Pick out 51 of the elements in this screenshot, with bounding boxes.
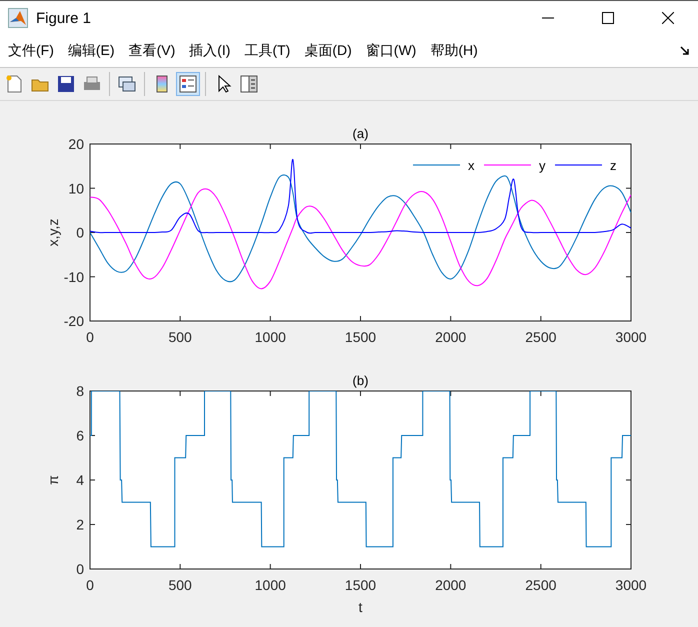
menu-item[interactable]: 编辑(E) bbox=[66, 42, 122, 60]
chart-title: (b) bbox=[352, 373, 368, 388]
dock-arrow-icon[interactable] bbox=[680, 46, 690, 56]
tick-label: 1500 bbox=[344, 577, 376, 593]
tick-label: 2 bbox=[76, 516, 84, 532]
menu-item[interactable]: 桌面(D) bbox=[303, 42, 359, 60]
save-icon bbox=[56, 74, 76, 94]
menu-item[interactable]: 窗口(W) bbox=[364, 42, 424, 60]
tick-label: 3000 bbox=[615, 329, 647, 345]
property-pane-icon bbox=[239, 74, 259, 94]
axis-label: t bbox=[358, 599, 362, 615]
close-icon bbox=[662, 12, 674, 24]
tick-label: 2500 bbox=[525, 577, 556, 593]
menu-item[interactable]: 文件(F) bbox=[7, 42, 61, 60]
axis-label: x,y,z bbox=[45, 218, 61, 246]
window-title: Figure 1 bbox=[36, 10, 92, 26]
axis-label: π bbox=[45, 475, 61, 485]
legend-label: z bbox=[610, 158, 616, 173]
tick-label: 0 bbox=[76, 224, 84, 240]
toolbar-button[interactable] bbox=[176, 72, 200, 96]
tick-label: 1000 bbox=[254, 329, 286, 345]
menu-item[interactable]: 查看(V) bbox=[128, 42, 182, 60]
menu-item[interactable]: 帮助(H) bbox=[429, 42, 485, 60]
legend-label: y bbox=[539, 158, 546, 173]
tick-label: 2000 bbox=[435, 577, 466, 593]
maximize-icon bbox=[602, 12, 614, 24]
legend-label: x bbox=[468, 158, 474, 173]
tick-label: 4 bbox=[76, 472, 84, 488]
tick-label: 6 bbox=[76, 428, 84, 444]
tick-label: 3000 bbox=[615, 577, 647, 593]
chart-title: (a) bbox=[352, 126, 368, 141]
legend-icon bbox=[178, 74, 198, 94]
tick-label: -20 bbox=[64, 313, 84, 329]
tick-label: 1500 bbox=[344, 329, 376, 345]
tick-label: 10 bbox=[68, 180, 84, 196]
tick-label: 0 bbox=[76, 561, 84, 577]
tick-label: 1000 bbox=[254, 577, 286, 593]
menu-item[interactable]: 工具(T) bbox=[243, 42, 298, 60]
tick-label: 0 bbox=[86, 577, 94, 593]
menu-item[interactable]: 插入(I) bbox=[188, 42, 238, 60]
tick-label: 2000 bbox=[435, 329, 466, 345]
tick-label: 0 bbox=[86, 329, 94, 345]
linked-windows-icon bbox=[117, 74, 137, 94]
tick-label: 500 bbox=[168, 577, 192, 593]
app-logo-icon bbox=[8, 8, 28, 28]
tick-label: 500 bbox=[168, 329, 192, 345]
new-file-icon bbox=[4, 74, 24, 94]
tick-label: 20 bbox=[68, 136, 84, 152]
tick-label: -10 bbox=[64, 268, 84, 285]
tick-label: 8 bbox=[76, 383, 84, 399]
tick-label: 2500 bbox=[525, 329, 556, 345]
